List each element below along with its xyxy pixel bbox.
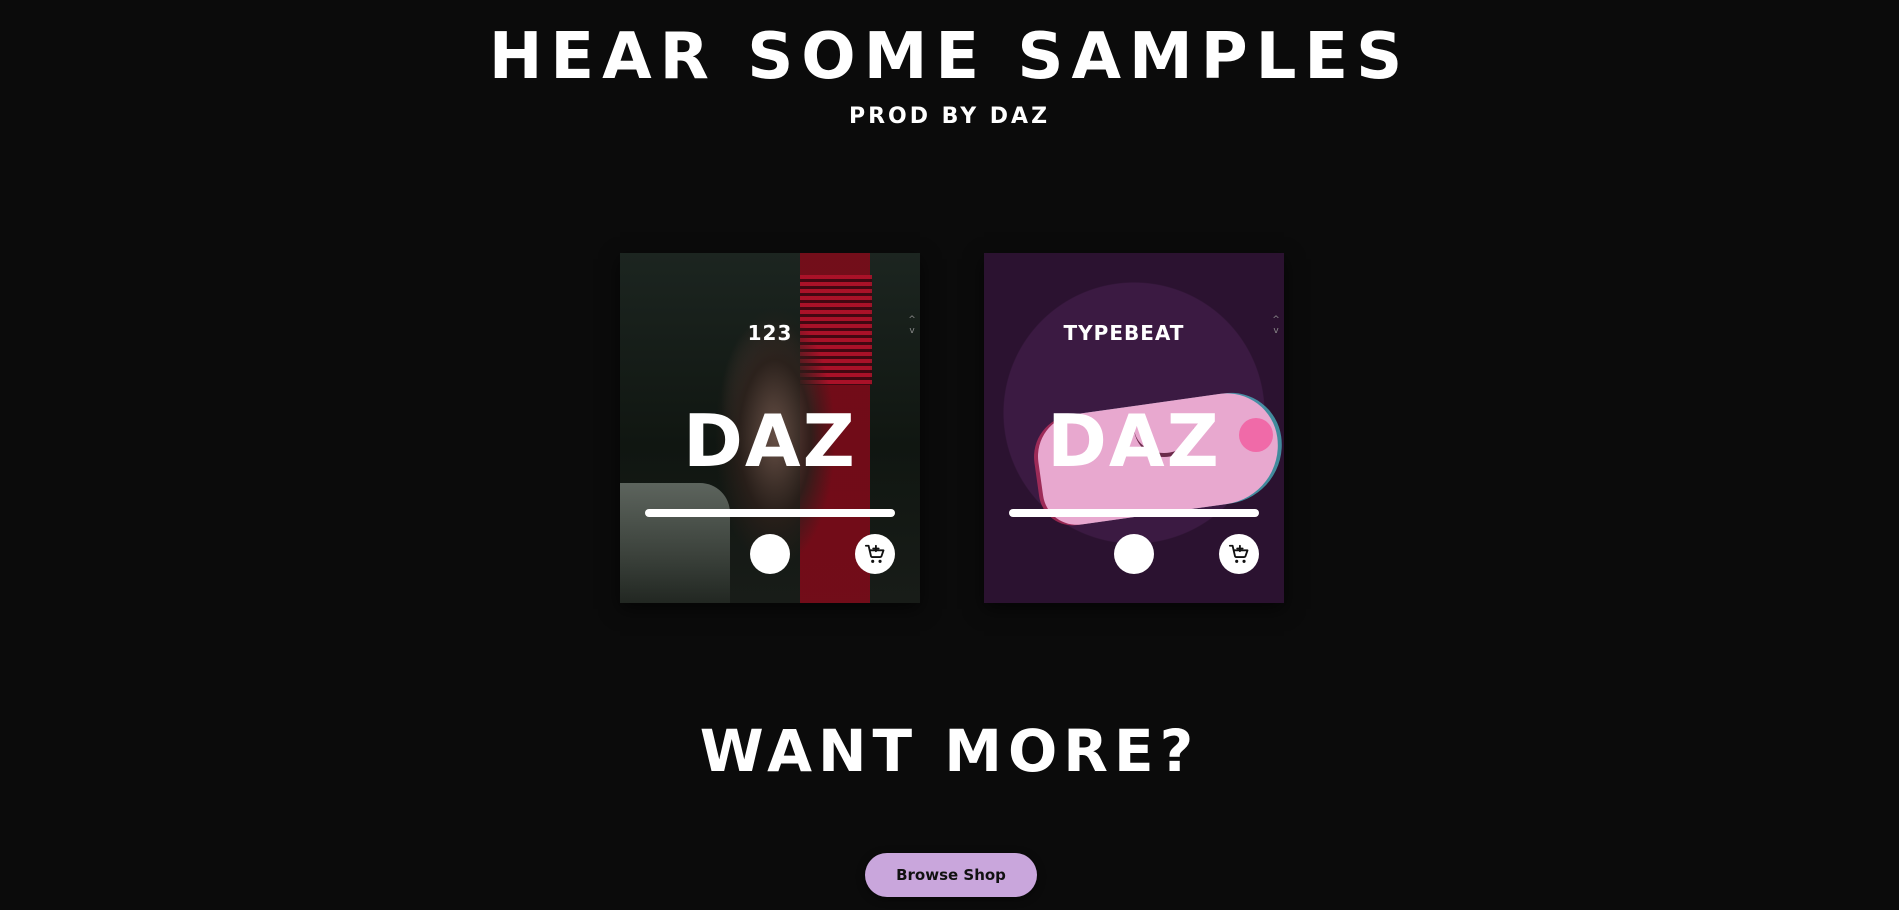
scroll-up-icon[interactable]: ^ [906,315,918,326]
scroll-down-icon[interactable]: v [1270,326,1282,337]
sample-title: DAZ [683,399,857,483]
sample-card: 123 ^ v DAZ [620,253,920,603]
page: HEAR SOME SAMPLES PROD BY DAZ 123 ^ v DA… [0,0,1899,910]
scroll-up-icon[interactable]: ^ [1270,315,1282,326]
page-subtitle: PROD BY DAZ [848,104,1051,129]
sample-title: DAZ [1047,399,1221,483]
scroll-arrows[interactable]: ^ v [906,315,918,337]
cart-add-icon [864,544,885,563]
want-more-heading: WANT MORE? [699,717,1200,785]
sample-label: 123 [747,321,793,345]
play-button[interactable] [1114,534,1154,574]
progress-bar[interactable] [645,509,895,517]
browse-shop-button[interactable]: Browse Shop [865,853,1037,897]
play-button[interactable] [750,534,790,574]
add-to-cart-button[interactable] [855,534,895,574]
sample-label: TYPEBEAT [1063,321,1185,345]
add-to-cart-button[interactable] [1219,534,1259,574]
sample-card: TYPEBEAT ^ v DAZ [984,253,1284,603]
scroll-arrows[interactable]: ^ v [1270,315,1282,337]
progress-bar[interactable] [1009,509,1259,517]
cart-add-icon [1228,544,1249,563]
page-title: HEAR SOME SAMPLES [488,20,1411,94]
scroll-down-icon[interactable]: v [906,326,918,337]
